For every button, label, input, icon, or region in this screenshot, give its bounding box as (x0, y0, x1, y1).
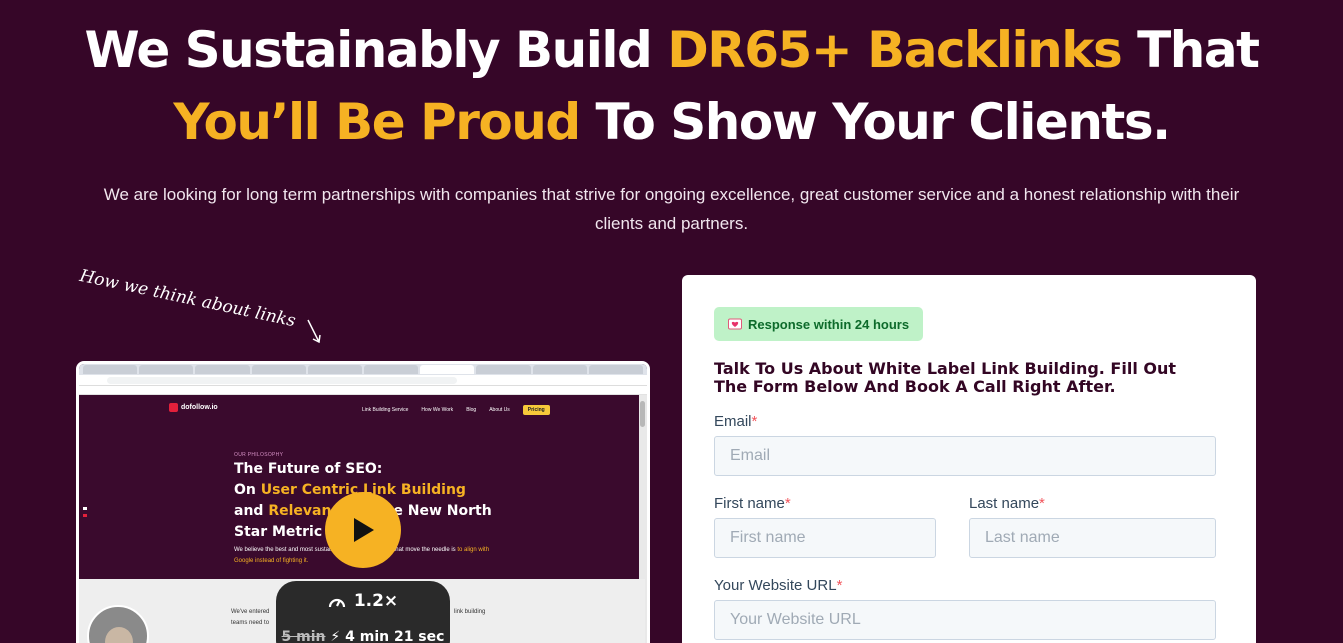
browser-tab-bar (79, 364, 647, 375)
hero-title: We Sustainably Build DR65+ Backlinks Tha… (0, 14, 1343, 158)
play-icon (354, 518, 374, 542)
video-duration: 5 min ⚡ 4 min 21 sec (281, 629, 445, 643)
last-name-field[interactable] (969, 518, 1216, 558)
logo-mark-icon (169, 403, 178, 412)
response-badge: Response within 24 hours (714, 307, 924, 341)
email-label: Email* (714, 413, 758, 430)
browser-address-bar (79, 375, 647, 386)
form-title: Talk To Us About White Label Link Buildi… (714, 359, 1177, 396)
title-highlight-backlinks: DR65+ Backlinks (667, 21, 1123, 79)
email-field[interactable] (714, 436, 1216, 476)
video-site-logo: dofollow.io (169, 403, 218, 412)
speedometer-icon (328, 598, 345, 608)
title-part3: To Show Your Clients. (579, 93, 1172, 151)
first-name-field[interactable] (714, 518, 936, 558)
video-eyebrow: OUR PHILOSOPHY (234, 452, 284, 458)
lightning-icon: ⚡ (330, 629, 341, 643)
title-highlight-proud: You’ll Be Proud (173, 93, 581, 151)
website-field[interactable] (714, 600, 1216, 640)
hero-subtitle: We are looking for long term partnership… (103, 185, 1240, 233)
website-label: Your Website URL* (714, 577, 843, 594)
browser-bookmarks-bar (79, 386, 647, 395)
play-button[interactable] (325, 492, 401, 568)
video-site-nav: Link Building Service How We Work Blog Abou… (362, 405, 550, 415)
heart-letter-icon (728, 318, 742, 330)
arrow-down-icon (307, 319, 321, 344)
title-part1: We Sustainably Build (84, 21, 668, 79)
video-side-markers (83, 507, 87, 529)
handwritten-note: How we think about links (77, 266, 298, 332)
last-name-label: Last name* (969, 495, 1045, 512)
title-part2: That (1121, 21, 1260, 79)
first-name-label: First name* (714, 495, 791, 512)
playback-speed[interactable]: 1.2× (276, 591, 450, 611)
